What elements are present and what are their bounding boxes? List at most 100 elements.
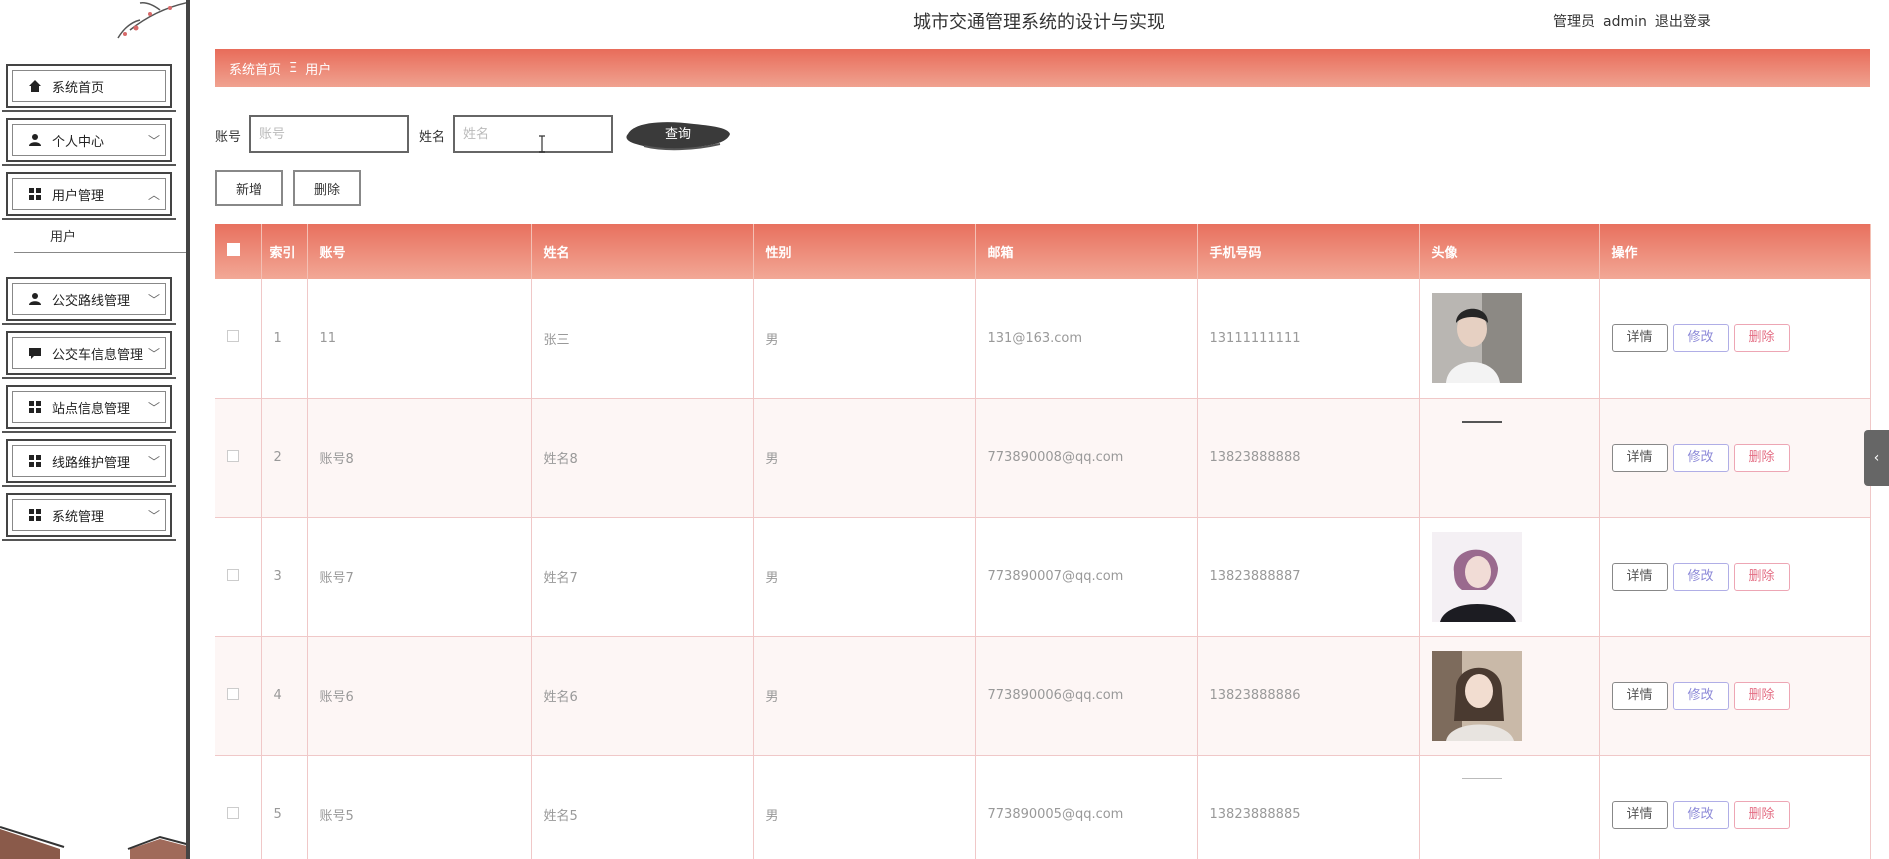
sidebar-item-bus-routes[interactable]: 公交路线管理 ﹀ xyxy=(2,277,176,325)
select-all-header[interactable] xyxy=(215,224,262,279)
cell-index: 5 xyxy=(261,755,308,859)
cell-name: 姓名7 xyxy=(531,517,754,637)
cell-index: 2 xyxy=(261,398,308,518)
column-header: 头像 xyxy=(1419,224,1600,279)
avatar-placeholder xyxy=(1461,420,1502,423)
app-title: 城市交通管理系统的设计与实现 xyxy=(913,12,1165,33)
grid-icon xyxy=(28,187,42,201)
avatar-placeholder xyxy=(1461,777,1502,779)
sidebar-subitem-user[interactable]: 用户 xyxy=(50,226,76,245)
sidebar-item-bus-info[interactable]: 公交车信息管理 ﹀ xyxy=(2,331,176,379)
cell-avatar xyxy=(1419,636,1600,756)
column-header: 姓名 xyxy=(531,224,754,279)
table-row: 4 账号6 姓名6 男 773890006@qq.com 13823888886… xyxy=(215,636,1871,756)
sidebar-item-label: 用户管理 xyxy=(52,188,105,204)
row-delete-button[interactable]: 删除 xyxy=(1733,324,1790,353)
edit-button[interactable]: 修改 xyxy=(1672,443,1729,472)
row-checkbox[interactable] xyxy=(227,806,239,819)
cell-phone: 13823888888 xyxy=(1197,398,1420,518)
cell-email: 773890006@qq.com xyxy=(975,636,1198,756)
breadcrumb-separator-icon: Ξ xyxy=(289,60,298,76)
sidebar-item-route-maintenance[interactable]: 线路维护管理 ﹀ xyxy=(2,439,176,487)
edit-button[interactable]: 修改 xyxy=(1672,324,1729,353)
cell-avatar xyxy=(1419,279,1600,399)
edit-button[interactable]: 修改 xyxy=(1672,800,1729,829)
table-row: 3 账号7 姓名7 男 773890007@qq.com 13823888887… xyxy=(215,517,1871,637)
account-search-input[interactable] xyxy=(249,115,409,153)
cell-avatar xyxy=(1419,398,1600,518)
cell-name: 姓名6 xyxy=(531,636,754,756)
breadcrumb-home[interactable]: 系统首页 xyxy=(229,59,281,78)
sidebar-item-home[interactable]: 系统首页 xyxy=(2,64,176,112)
breadcrumb-current: 用户 xyxy=(305,62,332,78)
row-delete-button[interactable]: 删除 xyxy=(1733,562,1790,591)
cell-email: 131@163.com xyxy=(975,279,1198,399)
sidebar-item-label: 站点信息管理 xyxy=(52,401,131,417)
sidebar-item-station-info[interactable]: 站点信息管理 ﹀ xyxy=(2,385,176,433)
row-checkbox[interactable] xyxy=(227,687,239,700)
table-row: 1 11 张三 男 131@163.com 13111111111 详情 修改 删除 xyxy=(215,279,1871,399)
name-search-input[interactable] xyxy=(453,115,613,153)
sidebar-item-system-management[interactable]: 系统管理 ﹀ xyxy=(2,493,176,541)
row-checkbox[interactable] xyxy=(227,330,239,343)
chevron-down-icon: ﹀ xyxy=(147,134,160,148)
table-header-row: 索引 账号 姓名 性别 邮箱 手机号码 头像 操作 xyxy=(215,224,1871,279)
cell-avatar xyxy=(1419,517,1600,637)
sidebar: 系统首页 个人中心 ﹀ 用户管理 ︿ 用户 公交路线管理 ﹀ 公交车信息管理 ﹀ xyxy=(0,0,190,859)
column-header: 操作 xyxy=(1599,224,1871,279)
row-checkbox[interactable] xyxy=(227,568,239,581)
detail-button[interactable]: 详情 xyxy=(1611,681,1668,710)
logout-link[interactable]: 退出登录 xyxy=(1655,14,1711,30)
chevron-up-icon: ︿ xyxy=(147,188,160,202)
cell-gender: 男 xyxy=(753,755,976,859)
column-header: 索引 xyxy=(261,224,308,279)
chevron-down-icon: ﹀ xyxy=(147,455,160,469)
home-icon xyxy=(28,79,42,93)
edit-button[interactable]: 修改 xyxy=(1672,562,1729,591)
edit-button[interactable]: 修改 xyxy=(1672,681,1729,710)
select-all-checkbox[interactable] xyxy=(227,243,240,256)
row-checkbox[interactable] xyxy=(227,449,239,462)
user-table: 索引 账号 姓名 性别 邮箱 手机号码 头像 操作 1 11 张三 男 131@… xyxy=(215,224,1871,859)
cell-gender: 男 xyxy=(753,279,976,399)
sidebar-item-label: 公交路线管理 xyxy=(52,293,131,309)
cell-name: 姓名5 xyxy=(531,755,754,859)
user-icon xyxy=(28,133,42,147)
avatar xyxy=(1431,293,1522,384)
query-button-label: 查询 xyxy=(664,127,691,142)
name-label: 姓名 xyxy=(419,130,446,145)
cell-actions: 详情 修改 删除 xyxy=(1599,398,1871,518)
column-header: 邮箱 xyxy=(975,224,1198,279)
chat-icon xyxy=(28,346,42,360)
grid-icon xyxy=(28,508,42,522)
sidebar-item-label: 系统管理 xyxy=(52,509,105,525)
row-delete-button[interactable]: 删除 xyxy=(1733,681,1790,710)
detail-button[interactable]: 详情 xyxy=(1611,443,1668,472)
cell-avatar xyxy=(1419,755,1600,859)
cell-account: 11 xyxy=(307,279,532,399)
user-info: 管理员 admin 退出登录 xyxy=(1553,11,1719,31)
avatar xyxy=(1431,650,1522,741)
table-row: 2 账号8 姓名8 男 773890008@qq.com 13823888888… xyxy=(215,398,1871,518)
detail-button[interactable]: 详情 xyxy=(1611,562,1668,591)
row-delete-button[interactable]: 删除 xyxy=(1733,443,1790,472)
grid-icon xyxy=(28,400,42,414)
detail-button[interactable]: 详情 xyxy=(1611,324,1668,353)
sidebar-item-personal-center[interactable]: 个人中心 ﹀ xyxy=(2,118,176,166)
sidebar-item-user-management[interactable]: 用户管理 ︿ xyxy=(2,172,176,220)
plum-branch-decoration xyxy=(117,2,186,39)
cell-index: 1 xyxy=(261,279,308,399)
cell-account: 账号7 xyxy=(307,517,532,637)
row-delete-button[interactable]: 删除 xyxy=(1733,800,1790,829)
collapse-tab[interactable]: ‹ xyxy=(1864,430,1889,486)
delete-button[interactable]: 删除 xyxy=(293,170,361,206)
breadcrumb: 系统首页 Ξ 用户 xyxy=(215,49,1870,87)
cell-account: 账号5 xyxy=(307,755,532,859)
query-button[interactable]: 查询 xyxy=(624,118,732,152)
chevron-down-icon: ﹀ xyxy=(147,293,160,307)
cell-name: 张三 xyxy=(531,279,754,399)
add-button[interactable]: 新增 xyxy=(215,170,283,206)
detail-button[interactable]: 详情 xyxy=(1611,800,1668,829)
user-role: 管理员 xyxy=(1553,14,1595,30)
chevron-down-icon: ﹀ xyxy=(147,401,160,415)
